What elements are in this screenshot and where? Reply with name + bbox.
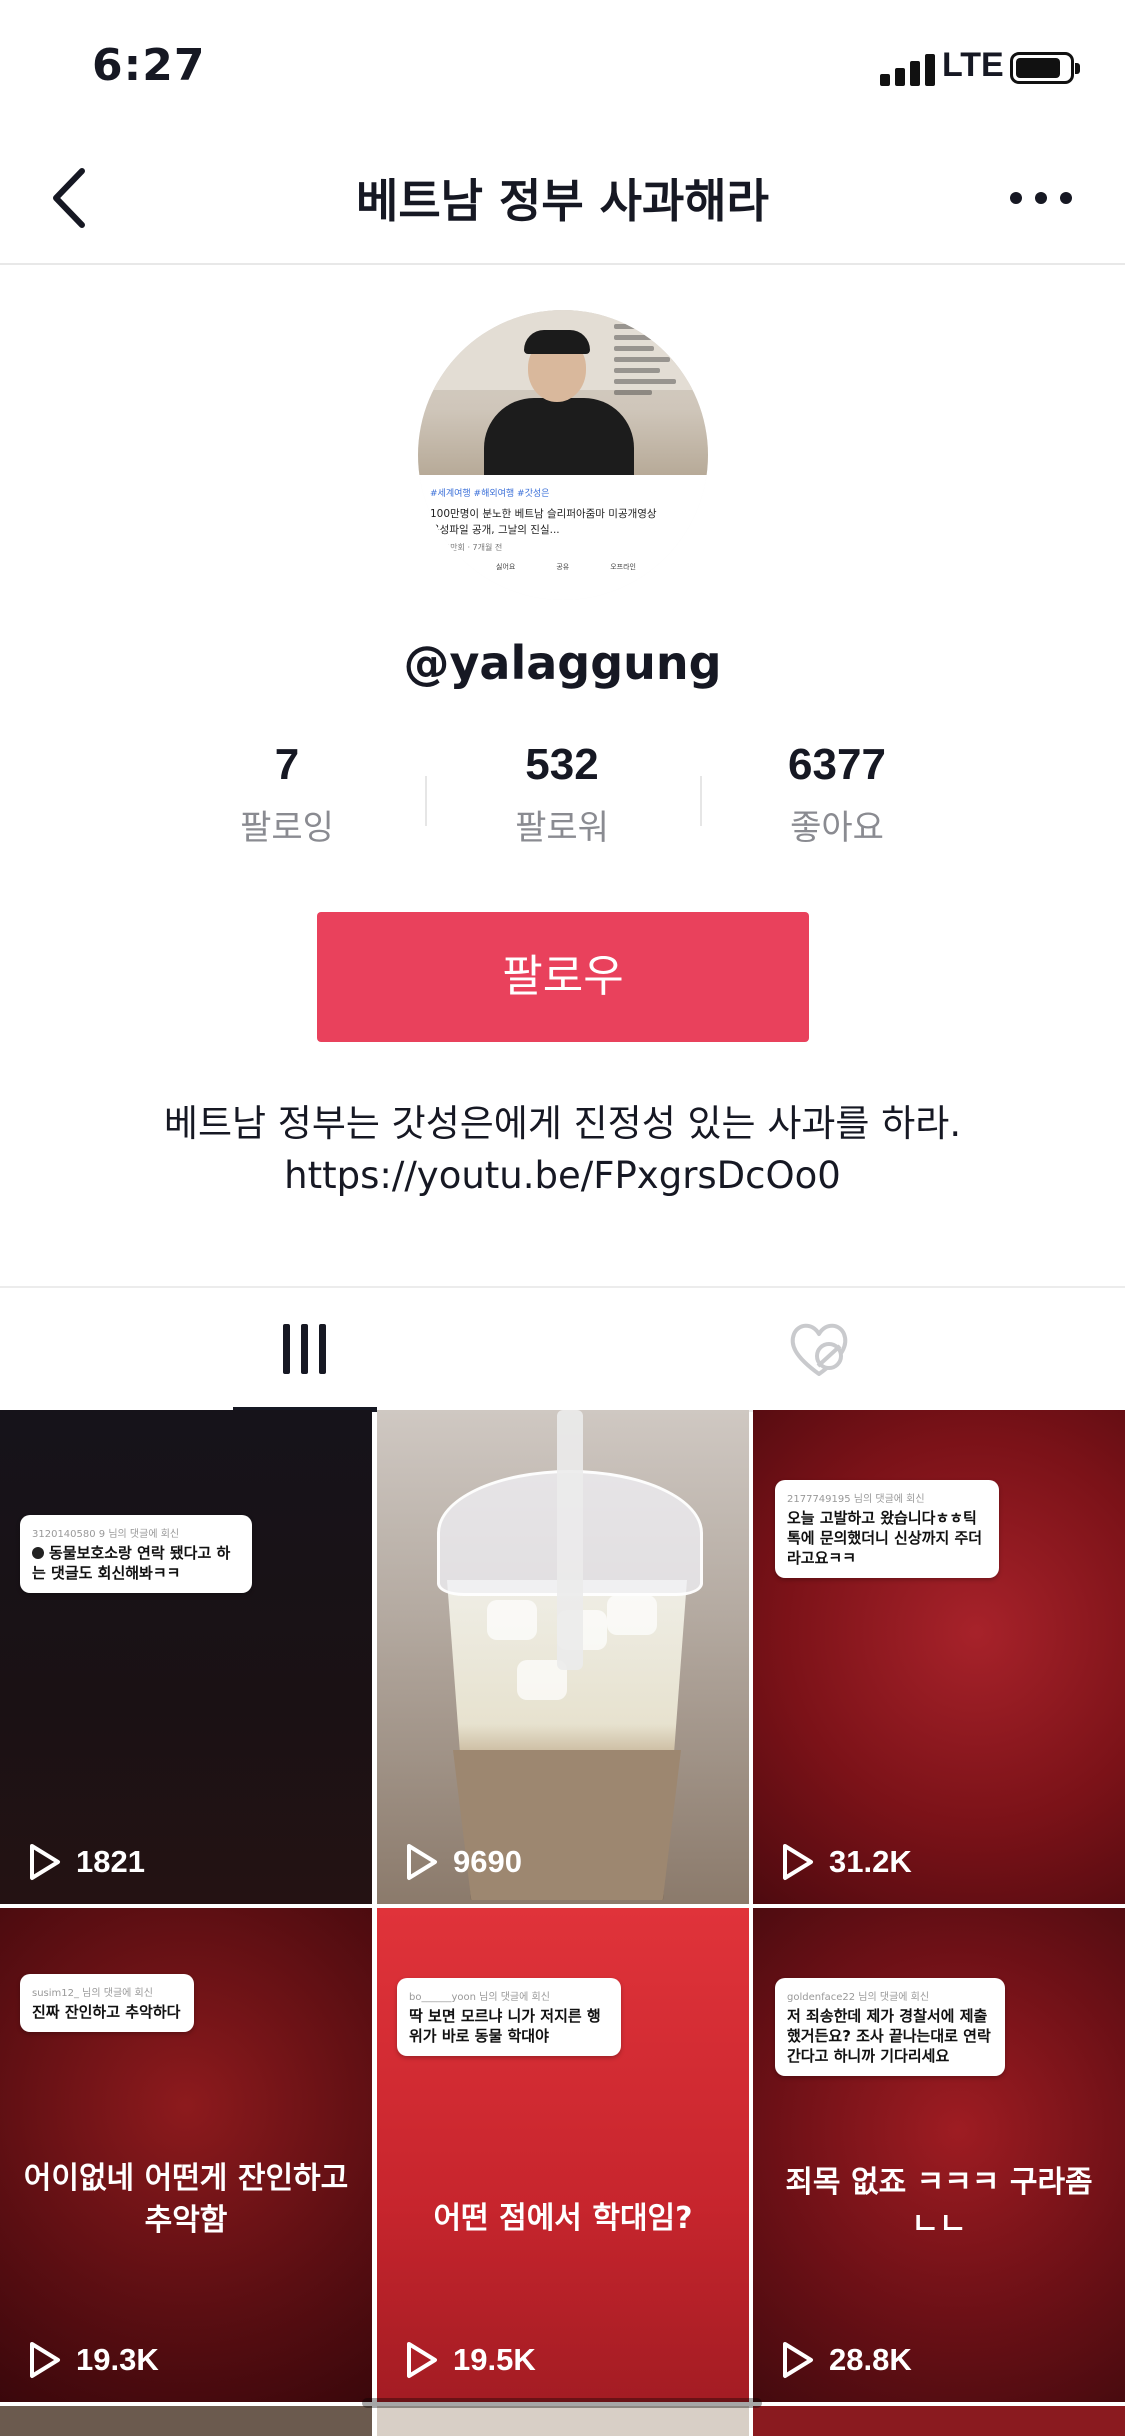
avatar[interactable]: #세계여행 #해외여행 #갓성은 100만명이 분노한 베트남 슬리퍼아줌마 미… — [418, 310, 708, 600]
play-icon — [30, 2342, 60, 2378]
followers-count: 532 — [525, 740, 599, 789]
page-title: 베트남 정부 사과해라 — [356, 174, 769, 228]
following-label: 팔로잉 — [240, 808, 334, 848]
bio-text: 베트남 정부는 갓성은에게 진정성 있는 사과를 하라. — [163, 1102, 962, 1145]
bio: 베트남 정부는 갓성은에게 진정성 있는 사과를 하라. https://you… — [0, 1098, 1125, 1202]
view-count: 28.8K — [781, 2340, 912, 2380]
drink-image — [437, 1410, 703, 1900]
battery-icon — [1010, 52, 1080, 84]
reply-bubble: susim12_ 님의 댓글에 회신 진짜 잔인하고 추악하다 — [20, 1974, 194, 2032]
following-count: 7 — [274, 740, 300, 789]
play-icon — [783, 2342, 813, 2378]
stat-followers[interactable]: 532 팔로워 — [432, 740, 692, 849]
video-overlay-text: 어떤 점에서 학대임? — [433, 2201, 693, 2236]
video-thumbnail[interactable] — [0, 2406, 372, 2436]
grid-icon — [283, 1324, 327, 1374]
play-icon — [407, 2342, 437, 2378]
reply-bubble: bo______yoon 님의 댓글에 회신 딱 보면 모르냐 니가 저지른 행… — [397, 1978, 621, 2056]
signal-icon — [880, 52, 936, 86]
view-count: 19.3K — [28, 2340, 159, 2380]
video-overlay-text: 어이없네 어떤게 잔인하고 추악함 — [23, 2161, 349, 2238]
tab-videos[interactable] — [233, 1288, 377, 1412]
bio-link[interactable]: https://youtu.be/FPxgrsDcOo0 — [0, 1150, 1125, 1202]
video-thumbnail[interactable]: 3120140580 9 님의 댓글에 회신 동물보호소랑 연락 됐다고 하는 … — [0, 1410, 372, 1904]
profile-tabs — [0, 1286, 1125, 1412]
video-thumbnail[interactable]: susim12_ 님의 댓글에 회신 진짜 잔인하고 추악하다 어이없네 어떤게… — [0, 1908, 372, 2402]
video-overlay-text: 죄목 없죠 ㅋㅋㅋ 구라좀 ㄴㄴ — [785, 2165, 1093, 2242]
play-icon — [30, 1844, 60, 1880]
username: @yalaggung — [403, 636, 722, 690]
follow-button[interactable]: 팔로우 — [317, 912, 809, 1042]
video-thumbnail[interactable]: 9690 — [377, 1410, 749, 1904]
video-grid: 3120140580 9 님의 댓글에 회신 동물보호소랑 연락 됐다고 하는 … — [0, 1410, 1125, 2436]
video-thumbnail[interactable]: 2177749195 님의 댓글에 회신 오늘 고발하고 왔습니다ㅎㅎ틱톡에 문… — [753, 1410, 1125, 1904]
stat-divider — [425, 776, 427, 826]
stat-following[interactable]: 7 팔로잉 — [157, 740, 417, 849]
more-dots-icon — [1010, 192, 1072, 204]
network-type: LTE — [942, 46, 1004, 84]
tab-liked[interactable] — [784, 1314, 854, 1384]
avatar-caption-tags: #세계여행 #해외여행 #갓성은 — [430, 489, 550, 499]
status-bar: 6:27 LTE — [0, 0, 1125, 135]
play-icon — [783, 1844, 813, 1880]
video-thumbnail[interactable] — [377, 2406, 749, 2436]
view-count: 9690 — [405, 1842, 522, 1882]
likes-count: 6377 — [788, 740, 886, 789]
view-count: 19.5K — [405, 2340, 536, 2380]
status-time: 6:27 — [92, 40, 206, 91]
more-options-button[interactable] — [1006, 175, 1076, 221]
avatar-caption-meta: 14만회 · 7개월 전 — [440, 543, 503, 552]
avatar-caption-line1: 100만명이 분노한 베트남 슬리퍼아줌마 미공개영상 — [430, 508, 657, 520]
view-count: 1821 — [28, 1842, 145, 1882]
liked-heart-hidden-icon — [790, 1323, 848, 1376]
reply-bubble: 3120140580 9 님의 댓글에 회신 동물보호소랑 연락 됐다고 하는 … — [20, 1515, 252, 1593]
stat-likes: 6377 좋아요 — [707, 740, 967, 849]
play-icon — [407, 1844, 437, 1880]
likes-label: 좋아요 — [790, 808, 884, 848]
video-thumbnail[interactable]: goldenface22 님의 댓글에 회신 저 죄송한데 제가 경찰서에 제출… — [753, 1908, 1125, 2402]
followers-label: 팔로워 — [515, 808, 609, 848]
stat-divider — [700, 776, 702, 826]
avatar-caption-actions: 싫어요 공유 오프라인 — [496, 563, 636, 571]
home-indicator — [362, 2398, 762, 2408]
nav-bar: 베트남 정부 사과해라 — [0, 135, 1125, 265]
video-thumbnail[interactable] — [753, 2406, 1125, 2436]
avatar-caption-line2: 음성파일 공개, 그날의 진실... — [430, 524, 560, 536]
reply-bubble: goldenface22 님의 댓글에 회신 저 죄송한데 제가 경찰서에 제출… — [775, 1978, 1005, 2076]
view-count: 31.2K — [781, 1842, 912, 1882]
video-thumbnail[interactable]: bo______yoon 님의 댓글에 회신 딱 보면 모르냐 니가 저지른 행… — [377, 1908, 749, 2402]
reply-bubble: 2177749195 님의 댓글에 회신 오늘 고발하고 왔습니다ㅎㅎ틱톡에 문… — [775, 1480, 999, 1578]
